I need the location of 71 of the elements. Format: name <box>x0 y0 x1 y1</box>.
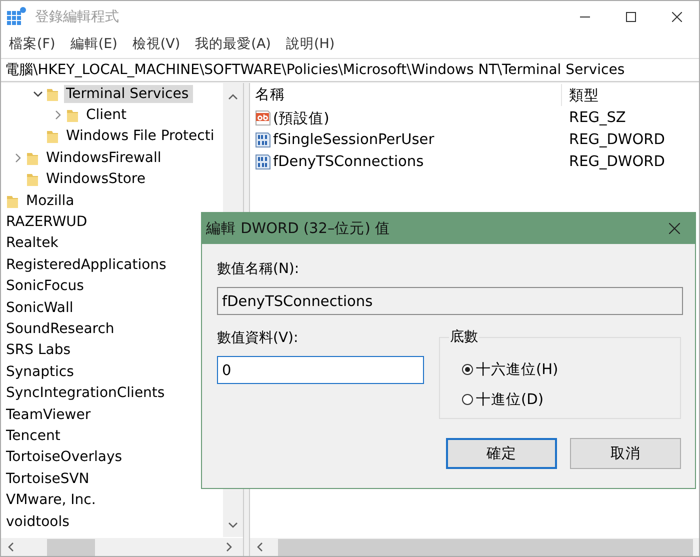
expand-icon[interactable] <box>54 110 62 120</box>
menu-item[interactable]: 我的最愛(A) <box>195 35 271 53</box>
value-name[interactable]: fSingleSessionPerUser <box>273 132 434 148</box>
tree-item[interactable]: Synaptics <box>4 362 78 381</box>
field-label: 數值名稱(N): <box>217 260 300 279</box>
tree-item[interactable]: Client <box>84 106 131 124</box>
app-icon <box>7 6 27 26</box>
column-header[interactable]: 類型 <box>562 86 599 104</box>
binary-value-icon <box>255 132 271 148</box>
scrollbar[interactable] <box>1 537 243 556</box>
tree-item[interactable]: voidtools <box>4 512 74 530</box>
tree-item[interactable]: SyncIntegrationClients <box>4 384 169 402</box>
tree-item[interactable]: Tencent <box>4 426 64 445</box>
value-name[interactable]: (預設值) <box>273 108 330 128</box>
folder-icon <box>27 172 38 186</box>
radio-button[interactable] <box>462 394 473 404</box>
scroll-down-icon <box>228 521 238 529</box>
close-icon[interactable] <box>672 12 682 22</box>
tree-item[interactable]: Mozilla <box>24 192 78 210</box>
group-title: 底數 <box>449 328 479 346</box>
folder-icon <box>67 108 78 122</box>
tree-item[interactable]: TortoiseSVN <box>4 470 94 488</box>
menu-item[interactable]: 檔案(F) <box>9 35 56 53</box>
address-field[interactable]: 電腦\HKEY_LOCAL_MACHINE\SOFTWARE\Policies\Microsoft\Windows NT\Terminal Services <box>1 58 699 82</box>
scroll-left-icon <box>256 542 264 552</box>
folder-icon <box>47 86 58 101</box>
value-type: REG_DWORD <box>568 154 665 170</box>
tree-item[interactable]: Realtek <box>4 234 62 252</box>
close-icon[interactable] <box>669 223 680 234</box>
menu-item[interactable]: 說明(H) <box>286 35 335 53</box>
tree-item[interactable]: SRS Labs <box>4 341 75 360</box>
tree-item[interactable]: TortoiseOverlays <box>4 448 126 466</box>
collapse-icon[interactable] <box>33 90 43 98</box>
menu-item[interactable]: 編輯(E) <box>70 35 118 53</box>
scroll-right-icon <box>225 542 233 552</box>
tree-item[interactable]: SonicFocus <box>4 277 88 296</box>
tree-item[interactable]: VMware, Inc. <box>4 491 100 510</box>
name-field[interactable]: fDenyTSConnections <box>217 287 683 315</box>
tree-item[interactable]: WindowsFirewall <box>44 148 166 167</box>
tree-item[interactable]: TeamViewer <box>4 406 95 424</box>
scrollbar[interactable] <box>250 537 699 556</box>
field-label: 數值資料(V): <box>217 329 300 348</box>
data-field[interactable]: 0 <box>217 356 424 384</box>
value-type: REG_DWORD <box>568 132 665 148</box>
tree-item[interactable]: RAZERWUD <box>4 213 92 232</box>
expand-icon[interactable] <box>14 152 22 163</box>
radio-label[interactable]: 十進位(D) <box>476 390 544 408</box>
scroll-up-icon <box>228 93 238 101</box>
value-type: REG_SZ <box>568 110 626 126</box>
value-name[interactable]: fDenyTSConnections <box>273 154 424 170</box>
tree-item[interactable]: Terminal Services <box>64 84 193 103</box>
window-title: 登錄編輯程式 <box>35 8 119 26</box>
tree-item[interactable]: SonicWall <box>4 298 78 317</box>
string-value-icon <box>255 110 271 126</box>
radio-label[interactable]: 十六進位(H) <box>476 360 558 378</box>
tree-item[interactable]: Windows File Protecti <box>64 127 218 146</box>
radio-button[interactable] <box>462 364 473 374</box>
tree-item[interactable]: SoundResearch <box>4 320 118 338</box>
folder-icon <box>7 194 18 208</box>
tree-item[interactable]: RegisteredApplications <box>4 256 170 274</box>
maximize-icon[interactable] <box>626 12 636 22</box>
cancel-button[interactable]: 取消 <box>570 438 681 469</box>
dialog-title: 編輯 DWORD (32–位元) 值 <box>206 220 390 238</box>
binary-value-icon <box>255 154 271 170</box>
menu-item[interactable]: 檢視(V) <box>132 35 180 53</box>
folder-icon <box>27 150 38 165</box>
column-header[interactable]: 名稱 <box>255 84 562 106</box>
tree-item[interactable]: WindowsStore <box>44 170 150 188</box>
folder-icon <box>47 129 58 144</box>
ok-button[interactable]: 確定 <box>446 438 557 469</box>
scroll-left-icon <box>7 542 15 552</box>
